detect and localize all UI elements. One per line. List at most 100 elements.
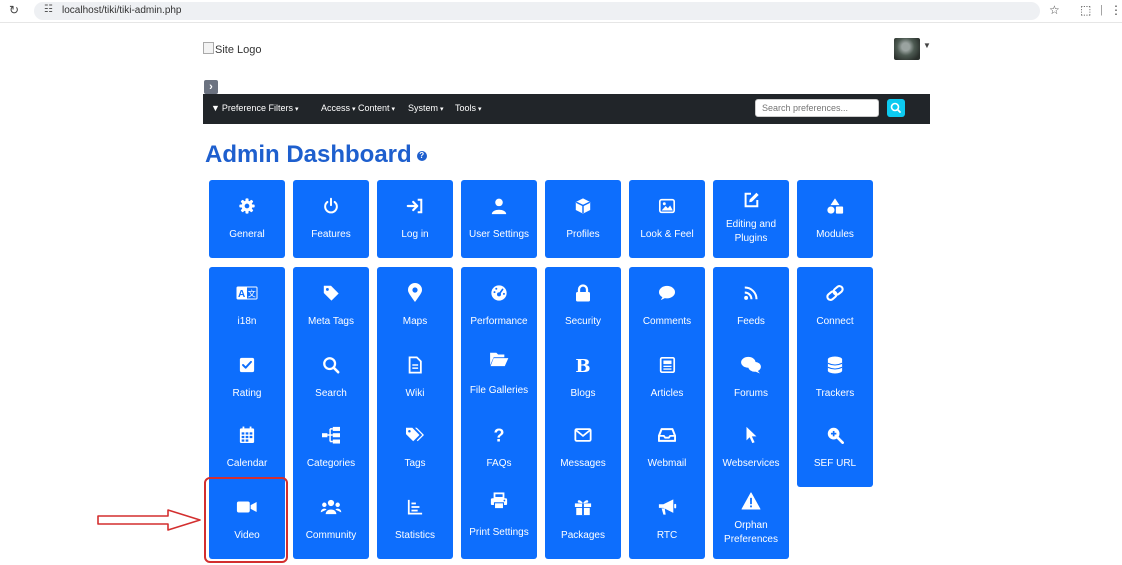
tile-print-settings[interactable]: Print Settings (461, 481, 537, 559)
tile-label: Performance (470, 316, 528, 327)
tools-menu[interactable]: Tools ▾ (455, 103, 482, 113)
search-plus-icon (797, 425, 873, 445)
tile-rtc[interactable]: RTC (629, 481, 705, 559)
tile-label: Orphan Preferences (724, 520, 778, 545)
tile-feeds[interactable]: Feeds (713, 267, 789, 345)
tile-profiles[interactable]: Profiles (545, 180, 621, 258)
tile-label: Trackers (815, 388, 855, 399)
tile-modules[interactable]: Modules (797, 180, 873, 258)
comments-icon (713, 355, 789, 375)
tile-label: Connect (816, 316, 854, 327)
sign-in-icon (377, 196, 453, 216)
reload-icon[interactable]: ↻ (9, 3, 19, 17)
newspaper-icon (629, 355, 705, 375)
page-title: Admin Dashboard? (205, 141, 427, 169)
sitemap-icon (293, 425, 369, 445)
tile-label: Community (305, 530, 357, 541)
extensions-icon[interactable]: ⬚ (1080, 3, 1091, 17)
tile-label: RTC (656, 530, 678, 541)
folder-open-icon (461, 349, 537, 369)
tile-maps[interactable]: Maps (377, 267, 453, 345)
tile-label: Print Settings (469, 527, 529, 538)
tile-label: Statistics (394, 530, 435, 541)
tile-editing-and-plugins[interactable]: Editing and Plugins (713, 180, 789, 258)
tile-blogs[interactable]: B Blogs (545, 339, 621, 417)
preference-filters-menu[interactable]: ▼ Preference Filters ▾ (211, 103, 298, 113)
chevron-down-icon: ▾ (440, 106, 444, 113)
address-bar[interactable]: ☷ localhost/tiki/tiki-admin.php (34, 2, 1040, 20)
search-button[interactable] (887, 99, 905, 117)
tile-i18n[interactable]: A 文 i18n (209, 267, 285, 345)
mouse-pointer-icon (713, 425, 789, 445)
search-preferences-input[interactable] (755, 99, 879, 117)
tile-connect[interactable]: Connect (797, 267, 873, 345)
search-icon (293, 355, 369, 375)
tile-search[interactable]: Search (293, 339, 369, 417)
site-info-icon[interactable]: ☷ (44, 4, 53, 15)
sidebar-toggle-button[interactable]: › (204, 80, 218, 94)
chart-bar-icon (377, 497, 453, 517)
access-label: Access (321, 103, 351, 113)
language-icon: A文 (209, 283, 285, 303)
tile-wiki[interactable]: Wiki (377, 339, 453, 417)
tile-label: Calendar (226, 458, 268, 469)
tile-community[interactable]: Community (293, 481, 369, 559)
content-menu[interactable]: Content ▾ (358, 103, 395, 113)
tile-forums[interactable]: Forums (713, 339, 789, 417)
page-title-text: Admin Dashboard (205, 141, 412, 168)
tile-orphan-preferences[interactable]: Orphan Preferences (713, 481, 789, 559)
tile-tags[interactable]: Tags (377, 409, 453, 487)
red-arrow-annotation (97, 509, 201, 531)
tile-label: Security (564, 316, 602, 327)
tile-calendar[interactable]: Calendar (209, 409, 285, 487)
tile-label: Feeds (737, 316, 765, 327)
check-square-icon (209, 355, 285, 375)
tile-trackers[interactable]: Trackers (797, 339, 873, 417)
video-highlight-box (204, 477, 288, 563)
tools-label: Tools (455, 103, 477, 113)
bookmark-star-icon[interactable]: ☆ (1049, 3, 1060, 17)
database-icon (797, 355, 873, 375)
tile-statistics[interactable]: Statistics (377, 481, 453, 559)
site-logo[interactable]: Site Logo (203, 42, 261, 56)
tile-file-galleries[interactable]: File Galleries (461, 339, 537, 417)
url-text[interactable]: localhost/tiki/tiki-admin.php (62, 5, 182, 16)
chevron-down-icon: ▾ (352, 106, 356, 113)
tile-performance[interactable]: Performance (461, 267, 537, 345)
lock-icon (545, 283, 621, 303)
tile-rating[interactable]: Rating (209, 339, 285, 417)
tile-log-in[interactable]: Log in (377, 180, 453, 258)
tile-look-and-feel[interactable]: Look & Feel (629, 180, 705, 258)
access-menu[interactable]: Access ▾ (321, 103, 356, 113)
users-icon (293, 497, 369, 517)
tile-label: File Galleries (469, 385, 529, 396)
tile-comments[interactable]: Comments (629, 267, 705, 345)
tile-features[interactable]: Features (293, 180, 369, 258)
tile-general[interactable]: General (209, 180, 285, 258)
broken-image-icon (203, 42, 214, 54)
chevron-down-icon: ▾ (391, 106, 396, 113)
site-logo-alt-text: Site Logo (215, 44, 262, 56)
tile-label: Tags (404, 458, 426, 469)
avatar-caret-icon[interactable]: ▼ (923, 41, 931, 50)
tile-meta-tags[interactable]: Meta Tags (293, 267, 369, 345)
system-label: System (408, 103, 439, 113)
gift-icon (545, 497, 621, 517)
tile-webmail[interactable]: Webmail (629, 409, 705, 487)
tile-packages[interactable]: Packages (545, 481, 621, 559)
svg-text:文: 文 (248, 289, 256, 299)
help-icon[interactable]: ? (416, 150, 427, 161)
tile-label: User Settings (468, 229, 530, 240)
tile-security[interactable]: Security (545, 267, 621, 345)
tile-categories[interactable]: Categories (293, 409, 369, 487)
bold-icon: B (545, 355, 621, 375)
user-avatar[interactable] (894, 38, 920, 60)
browser-menu-icon[interactable]: ⋮ (1110, 3, 1122, 17)
tile-user-settings[interactable]: User Settings (461, 180, 537, 258)
tile-sef-url[interactable]: SEF URL (797, 409, 873, 487)
tile-faqs[interactable]: ? FAQs (461, 409, 537, 487)
tile-webservices[interactable]: Webservices (713, 409, 789, 487)
tile-messages[interactable]: Messages (545, 409, 621, 487)
system-menu[interactable]: System ▾ (408, 103, 444, 113)
tile-articles[interactable]: Articles (629, 339, 705, 417)
